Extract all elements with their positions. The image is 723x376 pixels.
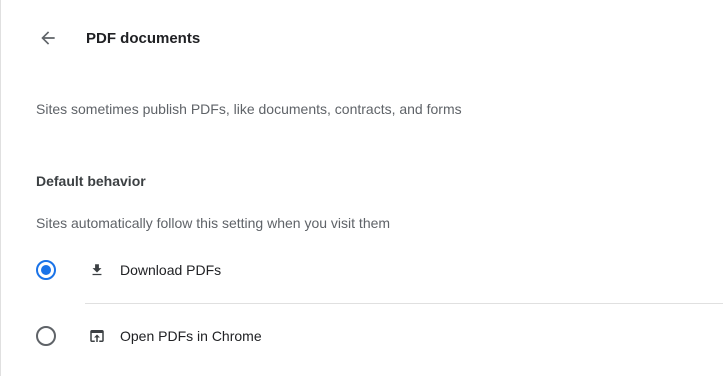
option-open-pdfs-in-chrome[interactable]: Open PDFs in Chrome <box>1 314 723 358</box>
page-header: PDF documents <box>1 18 200 58</box>
option-label: Download PDFs <box>120 262 222 278</box>
open-in-browser-icon <box>87 326 107 346</box>
back-button[interactable] <box>28 18 68 58</box>
arrow-left-icon <box>41 31 55 45</box>
divider <box>85 303 723 304</box>
pdf-settings-page: PDF documents Sites sometimes publish PD… <box>0 0 723 376</box>
page-title: PDF documents <box>86 29 201 47</box>
option-download-pdfs[interactable]: Download PDFs <box>1 248 723 292</box>
section-subtitle: Sites automatically follow this setting … <box>36 215 391 231</box>
page-description: Sites sometimes publish PDFs, like docum… <box>36 101 462 117</box>
section-heading: Default behavior <box>36 173 146 189</box>
radio-download-pdfs[interactable] <box>36 260 56 280</box>
option-label: Open PDFs in Chrome <box>120 328 262 344</box>
download-icon <box>87 260 107 280</box>
radio-open-pdfs-in-chrome[interactable] <box>36 326 56 346</box>
